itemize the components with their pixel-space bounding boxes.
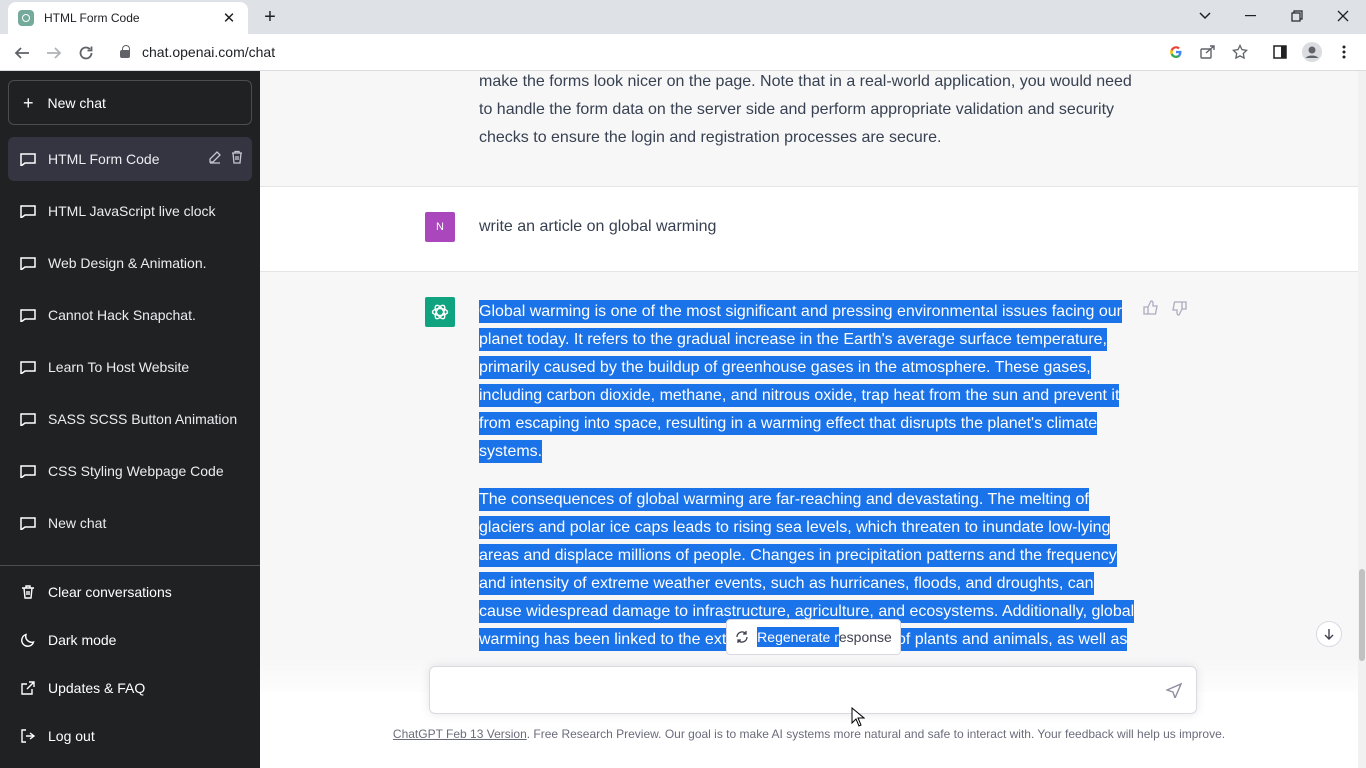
answer-paragraph-1: Global warming is one of the most signif… — [479, 298, 1139, 466]
chat-bubble-icon — [20, 516, 36, 530]
user-avatar: N — [425, 212, 455, 242]
regenerate-response-button[interactable]: Regenerate r esponse — [726, 619, 901, 655]
updates-faq-link[interactable]: Updates & FAQ — [8, 666, 252, 710]
sidebar-item-label: Cannot Hack Snapchat. — [48, 307, 196, 323]
dark-mode-button[interactable]: Dark mode — [8, 618, 252, 662]
assistant-message-previous: make the forms look nicer on the page. N… — [260, 71, 1358, 187]
message-text: make the forms look nicer on the page. N… — [479, 73, 1132, 146]
tab-close-icon[interactable]: ✕ — [220, 9, 238, 27]
external-link-icon — [21, 681, 35, 695]
sidebar-item-label: CSS Styling Webpage Code — [48, 463, 224, 479]
chat-main: make the forms look nicer on the page. N… — [260, 71, 1366, 768]
user-message: N write an article on global warming — [260, 187, 1358, 272]
openai-favicon-icon — [18, 10, 34, 26]
sidebar-item-label: HTML Form Code — [48, 151, 160, 167]
log-out-label: Log out — [48, 728, 95, 744]
thumbs-down-icon[interactable] — [1171, 300, 1187, 316]
regenerate-label-selected: Regenerate r — [757, 627, 839, 647]
sidebar-item-html-javascript-live-clock[interactable]: HTML JavaScript live clock — [8, 189, 252, 233]
sidebar-divider — [0, 565, 260, 566]
window-close-icon[interactable] — [1328, 4, 1358, 28]
chat-bubble-icon — [20, 412, 36, 426]
tab-title: HTML Form Code — [44, 11, 140, 25]
user-prompt-text: write an article on global warming — [479, 218, 717, 235]
logout-icon — [21, 729, 36, 743]
chat-bubble-icon — [20, 152, 36, 166]
sidebar: + New chat HTML Form Code HTML JavaScrip… — [0, 71, 260, 768]
sidebar-item-web-design-animation[interactable]: Web Design & Animation. — [8, 241, 252, 285]
chat-bubble-icon — [20, 464, 36, 478]
sidebar-item-label: Web Design & Animation. — [48, 255, 207, 271]
new-chat-label: New chat — [47, 94, 106, 111]
sidebar-item-css-styling-webpage-code[interactable]: CSS Styling Webpage Code — [8, 449, 252, 493]
sidebar-item-label: HTML JavaScript live clock — [48, 203, 216, 219]
trash-icon — [22, 585, 34, 599]
chat-scrollbar[interactable] — [1358, 71, 1366, 768]
regenerate-label-rest: esponse — [838, 629, 892, 645]
browser-tab-bar: HTML Form Code ✕ + — [0, 0, 1366, 34]
sidebar-item-label: SASS SCSS Button Animation — [48, 411, 238, 427]
dark-mode-label: Dark mode — [48, 632, 117, 648]
back-arrow-icon[interactable] — [9, 40, 35, 66]
sidebar-item-label: New chat — [48, 515, 107, 531]
sidebar-item-cannot-hack-snapchat[interactable]: Cannot Hack Snapchat. — [8, 293, 252, 337]
forward-arrow-icon[interactable] — [41, 40, 67, 66]
sidebar-item-label: Learn To Host Website — [48, 359, 190, 375]
google-icon[interactable] — [1166, 42, 1186, 62]
edit-pencil-icon[interactable] — [208, 150, 222, 164]
footer-disclaimer: ChatGPT Feb 13 Version. Free Research Pr… — [260, 727, 1358, 741]
bookmark-star-icon[interactable] — [1230, 42, 1250, 62]
chat-bubble-icon — [20, 360, 36, 374]
minimize-icon[interactable] — [1236, 4, 1266, 28]
sidebar-item-html-form-code[interactable]: HTML Form Code — [8, 137, 252, 181]
version-link[interactable]: ChatGPT Feb 13 Version — [393, 727, 527, 741]
chat-bubble-icon — [20, 204, 36, 218]
address-bar: chat.openai.com/chat — [0, 34, 1366, 71]
delete-trash-icon[interactable] — [230, 150, 244, 164]
scroll-to-bottom-button[interactable] — [1316, 621, 1342, 647]
side-panel-icon[interactable] — [1270, 42, 1290, 62]
sidebar-item-sass-scss-button-animation[interactable]: SASS SCSS Button Animation — [8, 397, 252, 441]
mouse-cursor-icon — [851, 707, 865, 727]
omnibox[interactable]: chat.openai.com/chat — [108, 37, 1260, 67]
thumbs-up-icon[interactable] — [1143, 300, 1159, 316]
browser-tab[interactable]: HTML Form Code ✕ — [8, 2, 248, 34]
profile-avatar-icon[interactable] — [1301, 42, 1323, 62]
refresh-icon — [736, 631, 748, 643]
scrollbar-thumb[interactable] — [1359, 569, 1365, 661]
browser-menu-icon[interactable] — [1336, 42, 1352, 62]
updates-faq-label: Updates & FAQ — [48, 680, 146, 696]
lock-icon — [120, 45, 130, 58]
arrow-down-icon — [1324, 629, 1334, 640]
chat-bubble-icon — [20, 256, 36, 270]
message-input-box[interactable] — [429, 666, 1197, 714]
plus-icon: + — [23, 92, 34, 113]
url-text: chat.openai.com/chat — [142, 44, 276, 60]
tab-search-chevron-icon[interactable] — [1190, 4, 1220, 28]
restore-icon[interactable] — [1282, 4, 1312, 28]
new-tab-button[interactable]: + — [258, 6, 282, 29]
log-out-button[interactable]: Log out — [8, 714, 252, 758]
clear-conversations-label: Clear conversations — [48, 584, 172, 600]
new-chat-button[interactable]: + New chat — [8, 80, 252, 125]
moon-icon — [21, 633, 35, 647]
feedback-buttons — [1143, 300, 1187, 316]
reload-icon[interactable] — [73, 40, 99, 66]
sidebar-item-learn-to-host-website[interactable]: Learn To Host Website — [8, 345, 252, 389]
sidebar-item-new-chat[interactable]: New chat — [8, 501, 252, 545]
clear-conversations-button[interactable]: Clear conversations — [8, 570, 252, 614]
selected-text: Global warming is one of the most signif… — [479, 300, 1122, 463]
chat-bubble-icon — [20, 308, 36, 322]
footer-text: . Free Research Preview. Our goal is to … — [526, 727, 1226, 741]
share-icon[interactable] — [1198, 42, 1218, 62]
message-input[interactable] — [444, 680, 1144, 702]
openai-logo-icon — [425, 297, 455, 327]
send-icon[interactable] — [1166, 682, 1182, 698]
